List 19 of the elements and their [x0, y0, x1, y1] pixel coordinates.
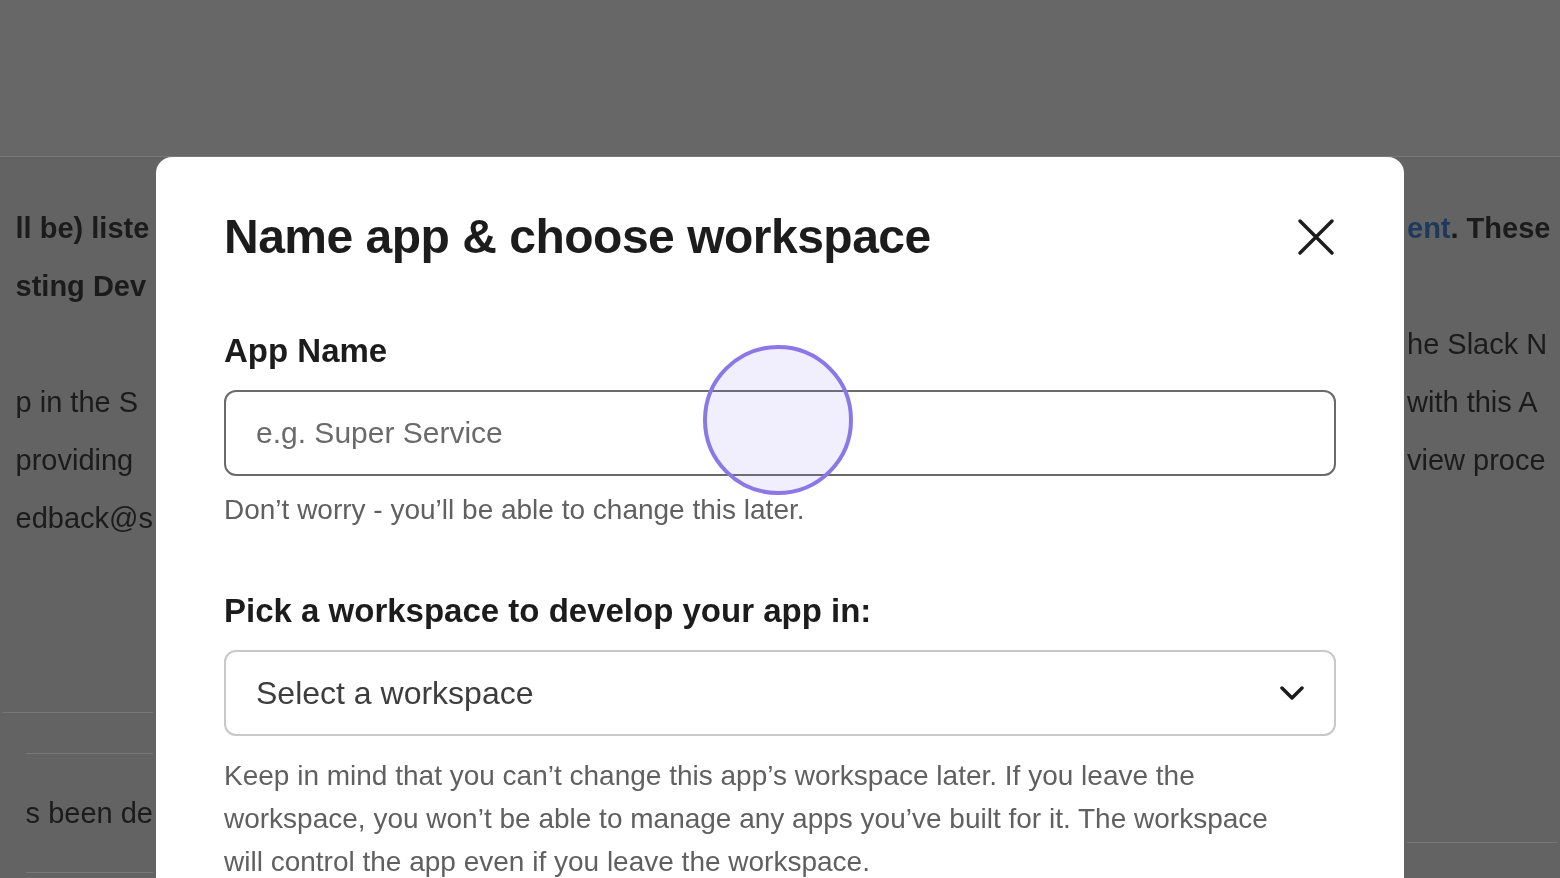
- background-text: p in the S: [15, 385, 140, 420]
- field-label: Pick a workspace to develop your app in:: [224, 592, 873, 630]
- app-name-input[interactable]: e.g. Super Service: [224, 390, 1336, 476]
- background-text: providing: [15, 443, 135, 478]
- close-icon[interactable]: [1296, 216, 1336, 257]
- help-text: Don’t worry - you’ll be able to change this later.: [224, 494, 806, 526]
- background-text: ent. These: [1407, 211, 1551, 246]
- background-text: ll be) liste: [15, 211, 151, 246]
- background-text: edback@s: [15, 501, 153, 536]
- background-text: he Slack N: [1407, 327, 1549, 362]
- background-text: view proce: [1407, 443, 1547, 478]
- chevron-down-icon: [1280, 686, 1304, 700]
- workspace-select[interactable]: Select a workspace: [224, 650, 1336, 736]
- background-text: s been de: [25, 753, 153, 873]
- field-label: App Name: [224, 332, 389, 370]
- background-text: sting Dev: [15, 269, 148, 304]
- background-text: with this A: [1407, 385, 1539, 420]
- dialog-title: Name app & choose workspace: [224, 209, 931, 264]
- help-text: Keep in mind that you can’t change this app’s workspace later. If you leave the workspace, you won’t be able to manage any apps you’ve built for it. The workspace will control the app even if you leave the workspace.: [224, 759, 1269, 878]
